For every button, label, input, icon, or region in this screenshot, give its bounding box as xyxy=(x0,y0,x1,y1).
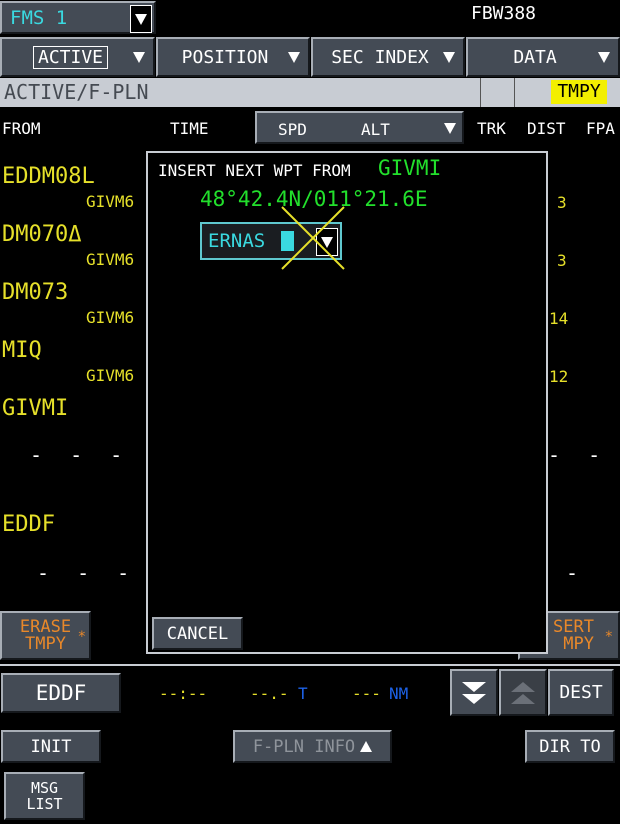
dest-efob: --.- xyxy=(250,684,289,703)
waypoint-name[interactable]: EDDM08L xyxy=(2,164,95,189)
leg-distance: 12 xyxy=(549,367,569,386)
airway-label: GIVM6 xyxy=(86,366,135,385)
separator-line xyxy=(0,664,620,666)
waypoint-input-value: ERNAS xyxy=(208,230,266,252)
msg-list-line2: LIST xyxy=(26,795,63,813)
chevron-down-icon xyxy=(133,52,145,63)
col-fpa: FPA xyxy=(586,119,615,138)
airway-label: GIVM6 xyxy=(86,192,135,211)
dialog-title: INSERT NEXT WPT FROM xyxy=(158,161,351,180)
dest-button[interactable]: DEST xyxy=(548,669,614,716)
fpln-info-label: F-PLN INFO xyxy=(252,736,356,757)
airway-label: GIVM6 xyxy=(86,308,135,327)
discontinuity-marker: - xyxy=(566,561,587,585)
fms-label: FMS 1 xyxy=(10,6,68,29)
dest-airport-value: EDDF xyxy=(35,681,87,705)
col-alt: ALT xyxy=(361,120,390,139)
dir-to-label: DIR TO xyxy=(539,736,601,757)
tab-data-label: DATA xyxy=(513,46,557,68)
chevron-down-icon xyxy=(135,13,147,25)
tab-position-label: POSITION xyxy=(181,46,269,68)
insert-tmpy-line1: SERT xyxy=(553,616,594,637)
cancel-button[interactable]: CANCEL xyxy=(152,617,243,650)
fpln-info-button[interactable]: F-PLN INFO xyxy=(233,730,392,763)
chevron-down-icon xyxy=(288,52,300,63)
page-title: ACTIVE/F-PLN xyxy=(4,80,149,104)
double-chevron-up-icon xyxy=(511,681,535,704)
dest-distance-unit: NM xyxy=(389,684,409,703)
leg-distance: 3 xyxy=(557,193,567,212)
insert-tmpy-line2: MPY xyxy=(563,633,594,654)
discontinuity-marker: - - xyxy=(548,443,609,467)
init-button-label: INIT xyxy=(30,736,72,757)
erase-tmpy-line2: TMPY xyxy=(25,633,66,654)
tab-active-label: ACTIVE xyxy=(32,45,109,69)
erase-tmpy-button[interactable]: ERASE TMPY * xyxy=(0,611,91,660)
msg-list-line1: MSG xyxy=(30,779,59,797)
insert-next-wpt-dialog: INSERT NEXT WPT FROM GIVMI 48°42.4N/011°… xyxy=(146,151,548,654)
flight-id: FBW388 xyxy=(471,3,537,24)
tab-data[interactable]: DATA xyxy=(466,37,620,77)
col-time: TIME xyxy=(170,119,209,138)
waypoint-name[interactable]: DM070Δ xyxy=(2,222,81,247)
dialog-from-waypoint: GIVMI xyxy=(378,156,442,180)
msg-list-button[interactable]: MSG LIST xyxy=(4,772,85,820)
tab-sec-index-label: SEC INDEX xyxy=(331,46,429,68)
asterisk-icon: * xyxy=(77,629,86,645)
spd-alt-selector[interactable]: SPD ALT xyxy=(255,111,464,144)
tab-active[interactable]: ACTIVE xyxy=(0,37,155,77)
tab-sec-index[interactable]: SEC INDEX xyxy=(311,37,465,77)
dest-distance: --- xyxy=(352,684,381,703)
double-chevron-down-icon xyxy=(462,681,486,704)
waypoint-name[interactable]: DM073 xyxy=(2,280,68,305)
scroll-up-button[interactable] xyxy=(499,669,547,716)
asterisk-icon: * xyxy=(604,629,613,645)
col-dist: DIST xyxy=(527,119,566,138)
col-trk: TRK xyxy=(477,119,506,138)
leg-distance: 14 xyxy=(549,309,569,328)
waypoint-name[interactable]: GIVMI xyxy=(2,396,68,421)
fms-selector[interactable]: FMS 1 xyxy=(0,1,156,34)
tmpy-badge: TMPY xyxy=(551,80,607,104)
dest-efob-unit: T xyxy=(298,684,308,703)
scroll-down-button[interactable] xyxy=(450,669,498,716)
chevron-down-icon xyxy=(443,52,455,63)
not-in-database-cross-icon xyxy=(281,206,345,270)
tab-position[interactable]: POSITION xyxy=(156,37,310,77)
fms-dropdown-box xyxy=(130,5,152,33)
waypoint-name[interactable]: MIQ xyxy=(2,338,42,363)
chevron-down-icon xyxy=(598,52,610,63)
waypoint-name[interactable]: EDDF xyxy=(2,512,55,537)
dest-airport-field[interactable]: EDDF xyxy=(1,673,121,713)
title-divider xyxy=(480,78,481,107)
col-from: FROM xyxy=(2,119,41,138)
erase-tmpy-line1: ERASE xyxy=(19,616,72,637)
triangle-up-icon xyxy=(360,741,373,752)
leg-distance: 3 xyxy=(557,251,567,270)
col-spd: SPD xyxy=(278,120,307,139)
dest-button-label: DEST xyxy=(559,682,603,703)
title-divider xyxy=(514,78,515,107)
cancel-label: CANCEL xyxy=(166,623,229,644)
init-button[interactable]: INIT xyxy=(1,730,101,763)
dir-to-button[interactable]: DIR TO xyxy=(525,730,615,763)
airway-label: GIVM6 xyxy=(86,250,135,269)
dest-time: --:-- xyxy=(159,684,208,703)
chevron-down-icon xyxy=(444,123,456,134)
